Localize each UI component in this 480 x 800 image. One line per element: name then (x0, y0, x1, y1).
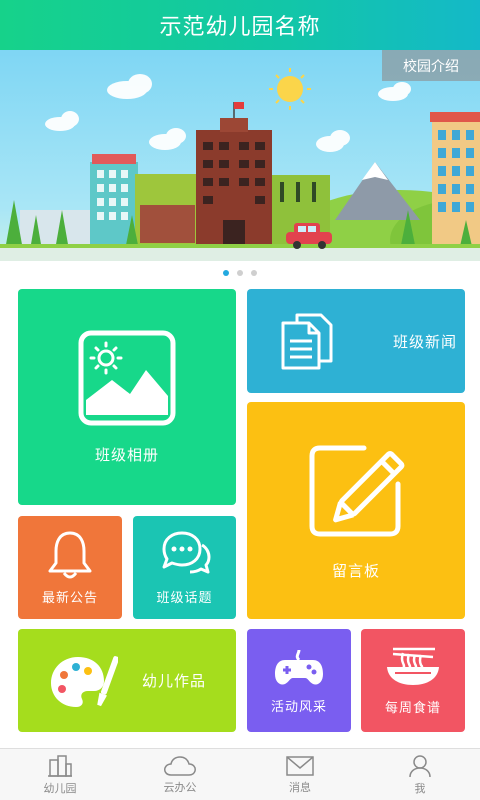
nav-label: 幼儿园 (43, 781, 77, 795)
campus-illustration (0, 68, 480, 261)
news-document-icon (281, 313, 333, 370)
tile-label: 每周食谱 (384, 701, 441, 716)
app-header: 示范幼儿园名称 (0, 0, 480, 50)
nav-label: 云办公 (163, 780, 197, 794)
photo-album-icon (78, 330, 176, 425)
kindergarten-icon (48, 754, 72, 777)
kids-works-tile[interactable]: 幼儿作品 (18, 629, 236, 732)
cloud-icon (164, 755, 196, 776)
carousel-indicator (0, 261, 480, 285)
nav-kindergarten[interactable]: 幼儿园 (0, 749, 120, 800)
edit-pencil-icon (309, 445, 405, 537)
user-icon (409, 754, 431, 777)
mail-icon (286, 755, 314, 776)
tile-label: 班级话题 (156, 591, 213, 606)
tile-label: 幼儿作品 (142, 672, 207, 690)
nav-me[interactable]: 我 (360, 749, 480, 800)
weekly-menu-tile[interactable]: 每周食谱 (361, 629, 465, 732)
chat-bubble-icon (162, 531, 210, 574)
nav-label: 我 (414, 781, 426, 795)
campus-intro-button[interactable]: 校园介绍 (382, 50, 480, 81)
nav-cloud-office[interactable]: 云办公 (120, 749, 240, 800)
tile-label: 留言板 (331, 562, 380, 580)
nav-label: 消息 (289, 780, 311, 794)
message-board-tile[interactable]: 留言板 (247, 402, 465, 619)
carousel-dot[interactable] (237, 270, 243, 276)
gamepad-icon (275, 649, 323, 685)
carousel-dot[interactable] (223, 270, 229, 276)
page-title: 示范幼儿园名称 (159, 15, 321, 40)
bell-icon (48, 531, 92, 579)
banner-carousel[interactable]: 校园介绍 (0, 50, 480, 261)
class-topics-tile[interactable]: 班级话题 (133, 516, 236, 619)
paint-palette-icon (51, 655, 118, 707)
nav-messages[interactable]: 消息 (240, 749, 360, 800)
tile-label: 班级新闻 (393, 332, 458, 351)
tile-label: 最新公告 (41, 591, 98, 606)
class-news-tile[interactable]: 班级新闻 (247, 289, 465, 393)
class-album-tile[interactable]: 班级相册 (18, 289, 236, 505)
noodle-bowl-icon (387, 647, 439, 685)
activities-tile[interactable]: 活动风采 (247, 629, 351, 732)
carousel-dot[interactable] (251, 270, 257, 276)
latest-notice-tile[interactable]: 最新公告 (18, 516, 122, 619)
bottom-navigation: 幼儿园 云办公 消息 我 (0, 748, 480, 800)
tile-label: 活动风采 (270, 700, 327, 715)
tile-label: 班级相册 (94, 445, 159, 464)
